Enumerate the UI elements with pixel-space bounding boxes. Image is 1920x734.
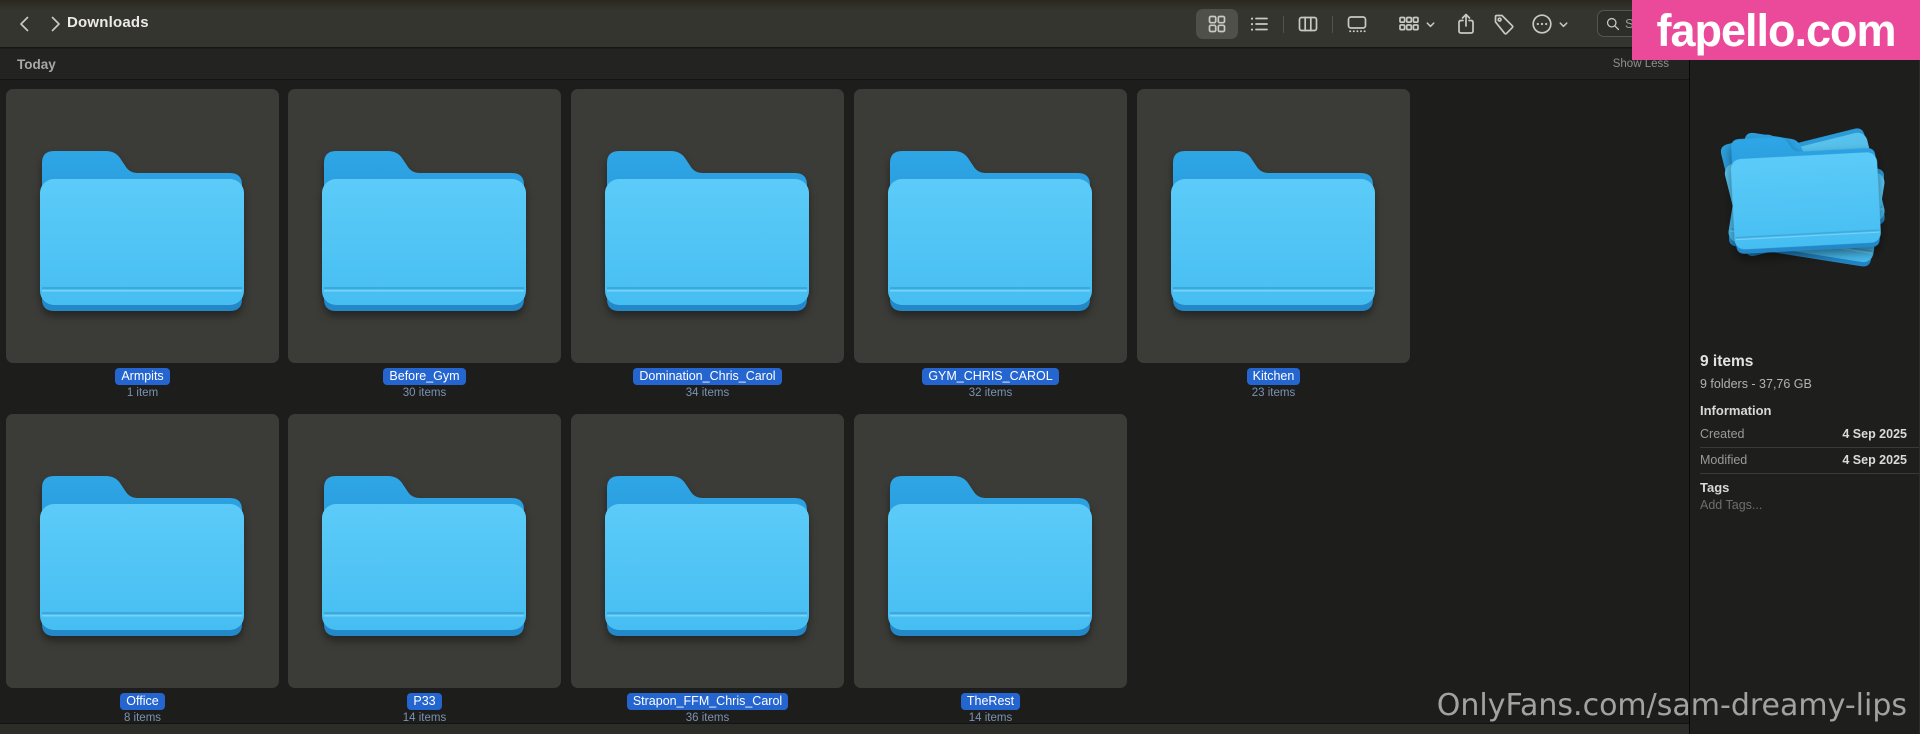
folder-icon: [314, 129, 534, 319]
preview-panel: 9 items 9 folders - 37,76 GB Information…: [1689, 48, 1920, 734]
ellipsis-circle-icon: [1530, 12, 1554, 36]
folder-icon: [880, 129, 1100, 319]
share-button[interactable]: [1449, 8, 1483, 40]
list-view-button[interactable]: [1238, 9, 1280, 39]
add-tags-field[interactable]: Add Tags...: [1700, 498, 1762, 512]
folder-name-label[interactable]: P33: [407, 693, 441, 710]
section-header: Today Show Less: [0, 49, 1689, 80]
folder-tile[interactable]: [571, 414, 844, 688]
column-view-icon: [1297, 13, 1319, 35]
modified-row: Modified 4 Sep 2025: [1700, 453, 1907, 471]
folder-cell: GYM_CHRIS_CAROL 32 items: [854, 89, 1127, 399]
search-icon: [1605, 16, 1620, 31]
folder-tile[interactable]: [854, 414, 1127, 688]
folder-icon: [597, 454, 817, 644]
folder-cell: Kitchen 23 items: [1137, 89, 1410, 399]
folder-tile[interactable]: [6, 414, 279, 688]
folder-item-count: 34 items: [571, 387, 844, 399]
watermark-bottom-text: OnlyFans.com/sam-dreamy-lips: [1437, 688, 1907, 723]
grid-view-icon: [1206, 13, 1228, 35]
folder-cell: Domination_Chris_Carol 34 items: [571, 89, 844, 399]
folder-item-count: 23 items: [1137, 387, 1410, 399]
column-view-button[interactable]: [1287, 9, 1329, 39]
folder-name-label[interactable]: GYM_CHRIS_CAROL: [922, 368, 1058, 385]
watermark-banner-text: fapello.com: [1656, 8, 1895, 53]
folder-item-count: 1 item: [6, 387, 279, 399]
toolbar-divider: [1283, 16, 1284, 33]
folder-cell: Armpits 1 item: [6, 89, 279, 399]
window-title: Downloads: [67, 14, 149, 31]
folder-cell: TheRest 14 items: [854, 414, 1127, 724]
information-header: Information: [1700, 403, 1772, 418]
chevron-right-icon: [45, 14, 65, 34]
folder-cell: Strapon_FFM_Chris_Carol 36 items: [571, 414, 844, 724]
selection-summary: 9 folders - 37,76 GB: [1700, 377, 1812, 391]
created-row: Created 4 Sep 2025: [1700, 427, 1907, 445]
folder-icon: [32, 454, 252, 644]
folder-tile[interactable]: [854, 89, 1127, 363]
divider: [1700, 447, 1919, 448]
folder-cell: Office 8 items: [6, 414, 279, 724]
folder-icon: [597, 129, 817, 319]
folder-icon: [880, 454, 1100, 644]
folder-cell: P33 14 items: [288, 414, 561, 724]
folder-icon: [1163, 129, 1383, 319]
share-icon: [1454, 12, 1478, 36]
folder-tile[interactable]: [571, 89, 844, 363]
selection-count: 9 items: [1700, 353, 1753, 371]
folder-tile[interactable]: [1137, 89, 1410, 363]
folder-tile[interactable]: [288, 89, 561, 363]
folder-grid: Armpits 1 item Before_Gym 30 items Domin…: [0, 0, 1689, 734]
watermark-banner: fapello.com: [1632, 0, 1920, 60]
created-label: Created: [1700, 427, 1744, 441]
more-actions-button[interactable]: [1524, 8, 1574, 40]
list-view-icon: [1248, 13, 1270, 35]
section-title: Today: [17, 57, 56, 72]
icon-view-button[interactable]: [1196, 9, 1238, 39]
toolbar-divider: [1332, 16, 1333, 33]
tag-icon: [1492, 12, 1516, 36]
folder-item-count: 30 items: [288, 387, 561, 399]
modified-value: 4 Sep 2025: [1842, 453, 1907, 467]
tags-header: Tags: [1700, 480, 1729, 495]
folder-name-label[interactable]: Strapon_FFM_Chris_Carol: [627, 693, 788, 710]
back-button[interactable]: [10, 9, 40, 39]
folder-name-label[interactable]: TheRest: [961, 693, 1020, 710]
group-button[interactable]: [1390, 8, 1442, 40]
divider: [1700, 473, 1919, 474]
folder-icon: [32, 129, 252, 319]
chevron-down-icon: [1558, 19, 1569, 30]
folder-name-label[interactable]: Before_Gym: [383, 368, 465, 385]
folders-stack-preview: [1718, 106, 1894, 286]
modified-label: Modified: [1700, 453, 1747, 467]
folder-item-count: 32 items: [854, 387, 1127, 399]
chevron-left-icon: [15, 14, 35, 34]
folder-tile[interactable]: [288, 414, 561, 688]
folder-name-label[interactable]: Office: [120, 693, 164, 710]
folder-name-label[interactable]: Kitchen: [1247, 368, 1301, 385]
tags-button[interactable]: [1487, 8, 1521, 40]
created-value: 4 Sep 2025: [1842, 427, 1907, 441]
chevron-down-icon: [1425, 19, 1436, 30]
gallery-view-button[interactable]: [1336, 9, 1378, 39]
folder-name-label[interactable]: Armpits: [115, 368, 169, 385]
gallery-view-icon: [1346, 13, 1368, 35]
forward-button[interactable]: [40, 9, 70, 39]
folder-cell: Before_Gym 30 items: [288, 89, 561, 399]
folder-icon: [1723, 115, 1888, 261]
folder-name-label[interactable]: Domination_Chris_Carol: [633, 368, 781, 385]
group-icon: [1397, 12, 1421, 36]
status-bar: [0, 723, 1920, 734]
view-switcher: [1196, 8, 1378, 40]
folder-tile[interactable]: [6, 89, 279, 363]
folder-icon: [314, 454, 534, 644]
finder-window: Downloads: [0, 0, 1920, 734]
